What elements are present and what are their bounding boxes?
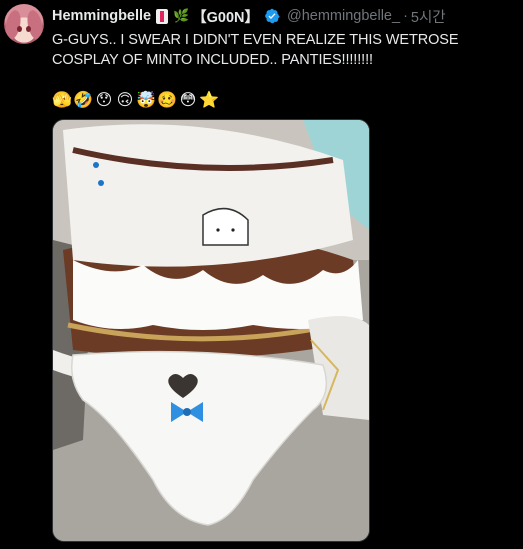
emoji-exploding-head: 🤯 bbox=[136, 92, 156, 109]
herb-badge-icon: 🌿 bbox=[173, 8, 190, 23]
handle[interactable]: @hemmingbelle_ bbox=[287, 8, 400, 24]
ghost-eye-right bbox=[231, 228, 235, 232]
bow-knot bbox=[183, 408, 191, 416]
avatar-hair-right bbox=[25, 8, 44, 42]
ghost-motif bbox=[202, 207, 249, 246]
tweet[interactable]: Hemmingbelle 🌿 【G00N】 @hemmingbelle_ · 5… bbox=[0, 0, 523, 549]
emoji-flushed: 😳 bbox=[179, 92, 197, 109]
display-name[interactable]: Hemmingbelle bbox=[52, 8, 151, 24]
avatar-eye-left bbox=[17, 26, 22, 32]
timestamp[interactable]: 5시간 bbox=[411, 6, 446, 27]
avatar[interactable] bbox=[4, 4, 44, 44]
emoji-woozy: 🥴 bbox=[157, 92, 177, 109]
verified-badge-icon bbox=[265, 8, 280, 24]
name-tag: 【G00N】 bbox=[192, 9, 259, 26]
tweet-photo[interactable] bbox=[52, 119, 370, 542]
cosplay-photo-illustration bbox=[53, 120, 369, 541]
avatar-hair-left bbox=[4, 8, 23, 42]
tweet-header: Hemmingbelle 🌿 【G00N】 @hemmingbelle_ · 5… bbox=[52, 6, 446, 26]
emoji-rofl: 🤣 bbox=[73, 92, 93, 109]
emoji-star: ⭐ bbox=[199, 92, 219, 109]
bookmark-icon bbox=[156, 8, 169, 24]
separator-dot: · bbox=[403, 8, 408, 24]
blue-button-1 bbox=[93, 162, 99, 168]
ghost-eye-left bbox=[216, 228, 220, 232]
emoji-peeking: 🫣 bbox=[52, 92, 72, 109]
emoji-hushed: 😯 bbox=[95, 92, 113, 109]
blue-button-2 bbox=[98, 180, 104, 186]
emoji-upside-down: 🙃 bbox=[116, 92, 134, 109]
emoji-row: 🫣 🤣 😯 🙃 🤯 🥴 😳 ⭐ bbox=[52, 90, 219, 110]
tweet-text: G-GUYS.. I SWEAR I DIDN'T EVEN REALIZE T… bbox=[52, 32, 459, 68]
avatar-eye-right bbox=[26, 26, 31, 32]
